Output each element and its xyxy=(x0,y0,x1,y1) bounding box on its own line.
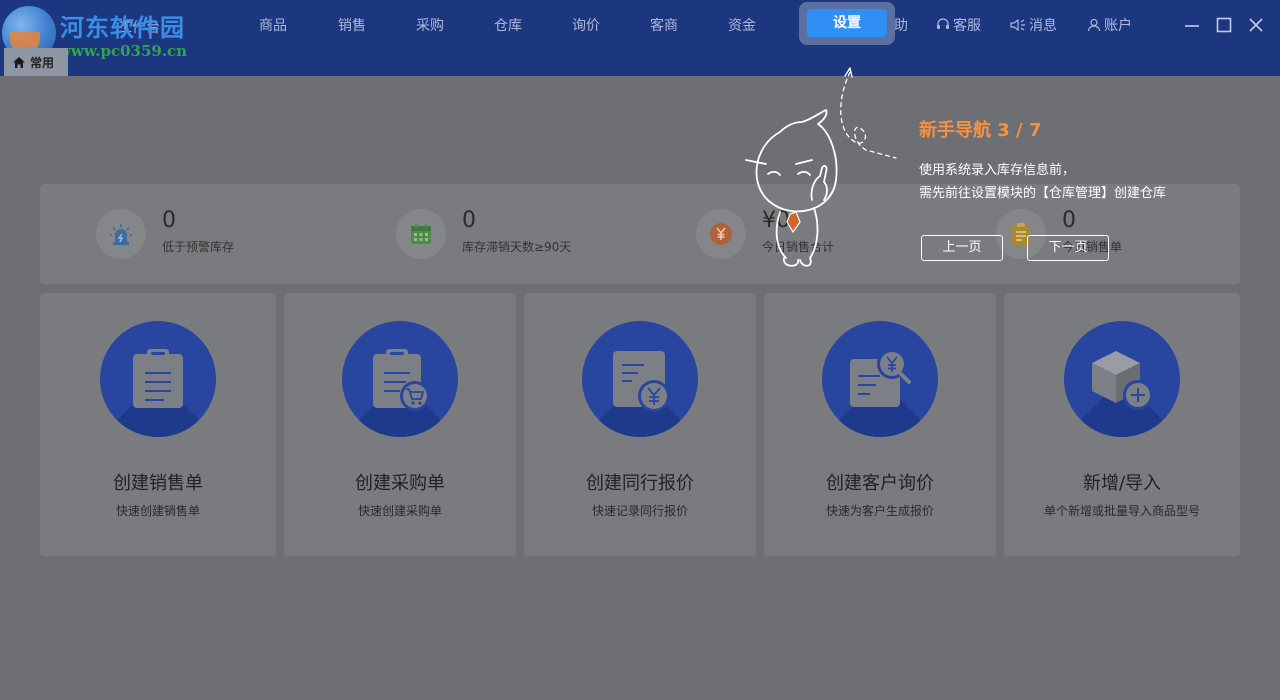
nav-item-partners[interactable]: 客商 xyxy=(650,15,678,35)
maximize-icon xyxy=(1216,17,1232,33)
headset-icon xyxy=(936,18,950,32)
card-desc: 快速创建采购单 xyxy=(357,504,442,518)
user-icon xyxy=(1087,18,1101,32)
customer-inquiry-icon xyxy=(822,321,938,437)
minimize-icon xyxy=(1185,25,1199,27)
guide-mascot xyxy=(745,67,897,267)
nav-item-warehouse[interactable]: 仓库 xyxy=(494,15,522,35)
settings-button[interactable]: 设置 xyxy=(807,9,887,37)
stat-value: 0 xyxy=(462,208,476,233)
guide-next-button[interactable]: 下一页 xyxy=(1027,235,1109,261)
card-desc: 快速创建销售单 xyxy=(115,504,200,518)
stat-value: 0 xyxy=(1062,208,1076,233)
calendar-icon xyxy=(396,209,446,259)
guide-title: 新手导航 3 / 7 xyxy=(919,120,1042,141)
card-add-import-product[interactable]: 新增/导入 单个新增或批量导入商品型号 xyxy=(1004,293,1240,556)
tab-common-label: 常用 xyxy=(30,55,55,70)
maximize-button[interactable] xyxy=(1213,14,1235,36)
purchase-order-icon xyxy=(342,321,458,437)
top-bar: 工作台 河东软件园 www.pc0359.cn 商品 销售 采购 仓库 询价 客… xyxy=(0,0,1280,76)
customer-service-button[interactable]: 客服 xyxy=(936,15,981,35)
guide-text-line-2: 需先前往设置模块的【仓库管理】创建仓库 xyxy=(919,186,1167,201)
stat-low-stock[interactable]: 0 低于预警库存 xyxy=(96,204,346,264)
close-button[interactable] xyxy=(1245,14,1267,36)
messages-label: 消息 xyxy=(1029,18,1057,34)
stat-label: 库存滞销天数≥90天 xyxy=(462,240,572,254)
home-icon xyxy=(13,56,25,68)
guide-prev-button[interactable]: 上一页 xyxy=(921,235,1003,261)
nav-item-inquiry[interactable]: 询价 xyxy=(572,15,600,35)
close-icon xyxy=(1249,18,1263,32)
peer-quote-icon xyxy=(582,321,698,437)
card-create-sales-order[interactable]: 创建销售单 快速创建销售单 xyxy=(40,293,276,556)
alarm-icon xyxy=(96,209,146,259)
card-title: 创建同行报价 xyxy=(586,473,694,494)
logo-title: 河东软件园 xyxy=(60,13,185,42)
minimize-button[interactable] xyxy=(1181,14,1203,36)
guide-text-line-1: 使用系统录入库存信息前， xyxy=(919,163,1076,178)
nav-item-sales[interactable]: 销售 xyxy=(338,15,366,35)
nav-item-funds[interactable]: 资金 xyxy=(728,15,756,35)
card-title: 创建客户询价 xyxy=(826,473,934,494)
card-create-peer-quote[interactable]: 创建同行报价 快速记录同行报价 xyxy=(524,293,756,556)
stat-slow-moving[interactable]: 0 库存滞销天数≥90天 xyxy=(396,204,646,264)
nav-item-purchase[interactable]: 采购 xyxy=(416,15,444,35)
logo-url: www.pc0359.cn xyxy=(58,42,188,60)
messages-button[interactable]: 消息 xyxy=(1010,15,1057,35)
card-title: 创建销售单 xyxy=(113,473,203,494)
card-create-customer-inquiry[interactable]: 创建客户询价 快速为客户生成报价 xyxy=(764,293,996,556)
sales-order-icon xyxy=(100,321,216,437)
customer-service-label: 客服 xyxy=(953,18,981,34)
card-desc: 快速为客户生成报价 xyxy=(825,504,934,518)
yen-icon xyxy=(696,209,746,259)
card-create-purchase-order[interactable]: 创建采购单 快速创建采购单 xyxy=(284,293,516,556)
nav-item-products[interactable]: 商品 xyxy=(259,15,287,35)
account-label: 账户 xyxy=(1104,18,1132,34)
stat-value: 0 xyxy=(162,208,176,233)
speaker-icon xyxy=(1010,18,1026,32)
card-title: 创建采购单 xyxy=(355,473,445,494)
card-desc: 快速记录同行报价 xyxy=(591,504,688,518)
stat-label: 低于预警库存 xyxy=(162,240,235,254)
add-product-icon xyxy=(1064,321,1180,437)
tab-common[interactable]: 常用 xyxy=(4,48,68,76)
account-button[interactable]: 账户 xyxy=(1087,15,1132,35)
card-title: 新增/导入 xyxy=(1082,473,1162,494)
card-desc: 单个新增或批量导入商品型号 xyxy=(1043,504,1200,518)
